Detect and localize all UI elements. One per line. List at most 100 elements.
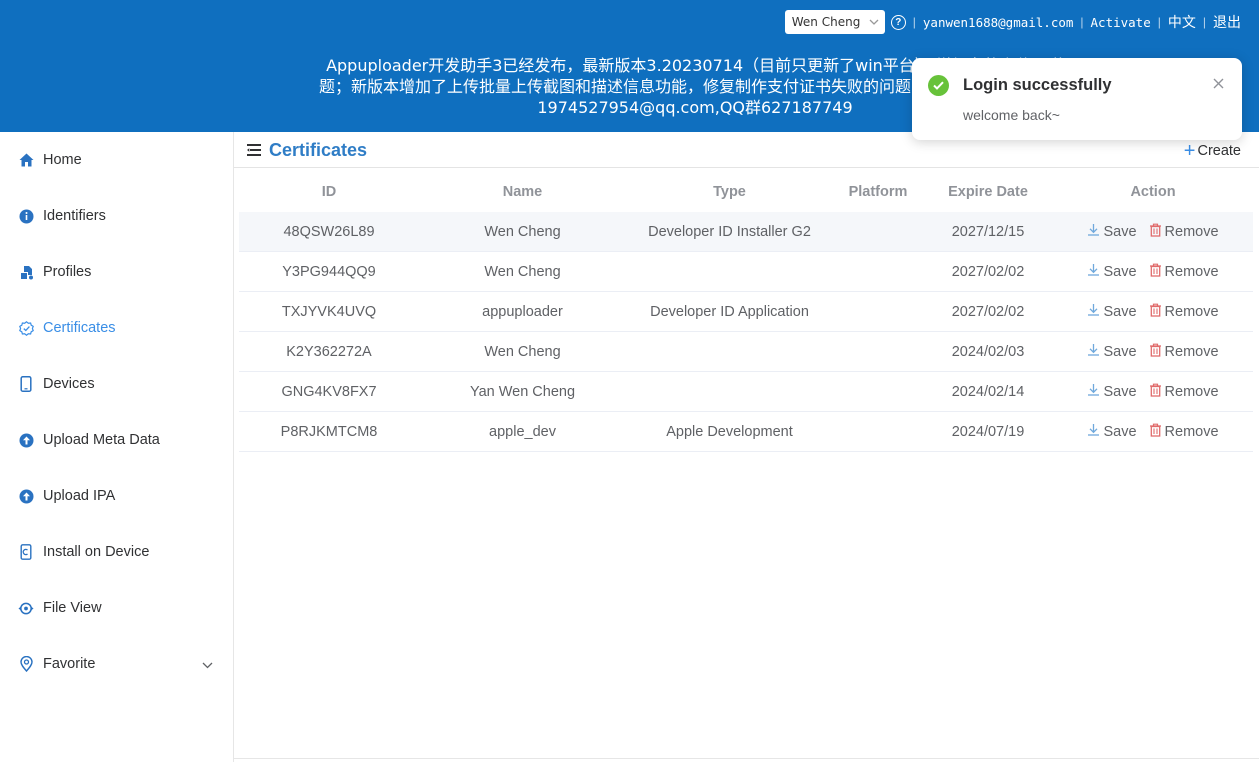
- save-label: Save: [1103, 303, 1137, 320]
- cell-id: P8RJKMTCM8: [280, 423, 378, 440]
- trash-icon: [1149, 303, 1165, 321]
- logout-link[interactable]: 退出: [1213, 12, 1241, 32]
- download-icon: [1087, 223, 1103, 240]
- sidebar-item-devices[interactable]: Devices: [0, 356, 233, 412]
- cell-action: Save Remove: [1053, 343, 1253, 361]
- install-icon: [18, 544, 34, 560]
- cell-name: Yan Wen Cheng: [469, 383, 576, 400]
- certificate-icon: [18, 320, 34, 336]
- save-button[interactable]: Save: [1087, 383, 1137, 400]
- help-icon[interactable]: ?: [890, 14, 906, 30]
- divider: |: [912, 15, 916, 29]
- cell-action: Save Remove: [1053, 423, 1253, 441]
- location-icon: [18, 656, 34, 672]
- save-label: Save: [1103, 383, 1137, 400]
- sidebar-item-favorite[interactable]: Favorite: [0, 636, 233, 692]
- save-button[interactable]: Save: [1087, 303, 1137, 320]
- home-icon: [18, 152, 34, 168]
- sidebar-item-label: Devices: [43, 376, 95, 392]
- cell-action: Save Remove: [1053, 263, 1253, 281]
- remove-label: Remove: [1164, 423, 1219, 440]
- certificates-table: ID Name Type Platform Expire Date Action…: [239, 172, 1253, 452]
- close-icon[interactable]: [1213, 76, 1224, 94]
- remove-button[interactable]: Remove: [1149, 423, 1219, 441]
- trash-icon: [1149, 263, 1165, 281]
- column-header-id: ID: [321, 184, 337, 200]
- save-label: Save: [1103, 263, 1137, 280]
- toast-message: welcome back~: [963, 107, 1060, 123]
- table-body: 48QSW26L89 Wen Cheng Developer ID Installe…: [239, 212, 1253, 452]
- cell-expire-date: 2024/02/14: [951, 383, 1025, 400]
- cell-action: Save Remove: [1053, 223, 1253, 241]
- cell-name: Wen Cheng: [484, 263, 561, 280]
- cell-type: Developer ID Installer G2: [648, 223, 811, 240]
- sidebar-item-upload-ipa[interactable]: Upload IPA: [0, 468, 233, 524]
- cell-id: TXJYVK4UVQ: [281, 303, 377, 320]
- remove-button[interactable]: Remove: [1149, 223, 1219, 241]
- success-check-icon: [928, 75, 949, 96]
- table-row: GNG4KV8FX7 Yan Wen Cheng 2024/02/14 Save Rem…: [239, 372, 1253, 412]
- cell-name: apple_dev: [489, 423, 556, 440]
- activate-link[interactable]: Activate: [1091, 15, 1151, 30]
- team-select[interactable]: Wen Cheng: [784, 10, 885, 34]
- page-title: Certificates: [269, 140, 368, 160]
- download-icon: [1087, 343, 1103, 360]
- cell-expire-date: 2024/07/19: [951, 423, 1025, 440]
- sidebar-item-label: Upload Meta Data: [43, 432, 160, 448]
- divider: |: [1202, 15, 1206, 29]
- sidebar-item-install-on-device[interactable]: Install on Device: [0, 524, 233, 580]
- remove-button[interactable]: Remove: [1149, 263, 1219, 281]
- save-label: Save: [1103, 423, 1137, 440]
- column-header-type: Type: [713, 184, 746, 200]
- remove-label: Remove: [1164, 263, 1219, 280]
- sidebar-item-home[interactable]: Home: [0, 132, 233, 188]
- column-header-platform: Platform: [848, 184, 908, 200]
- save-button[interactable]: Save: [1087, 223, 1137, 240]
- sidebar-item-certificates[interactable]: Certificates: [0, 300, 233, 356]
- sidebar-item-profiles[interactable]: Profiles: [0, 244, 233, 300]
- sidebar-item-label: Profiles: [43, 264, 92, 280]
- cell-name: Wen Cheng: [484, 343, 561, 360]
- table-row: K2Y362272A Wen Cheng 2024/02/03 Save Remove: [239, 332, 1253, 372]
- remove-button[interactable]: Remove: [1149, 303, 1219, 321]
- sidebar-item-label: Certificates: [43, 320, 116, 336]
- remove-button[interactable]: Remove: [1149, 383, 1219, 401]
- phone-icon: [18, 376, 34, 392]
- column-header-action: Action: [1130, 184, 1176, 200]
- create-button[interactable]: + Create: [1184, 141, 1241, 161]
- save-button[interactable]: Save: [1087, 423, 1137, 440]
- create-label: Create: [1197, 143, 1241, 159]
- trash-icon: [1149, 223, 1165, 241]
- cell-action: Save Remove: [1053, 303, 1253, 321]
- save-button[interactable]: Save: [1087, 343, 1137, 360]
- chevron-down-icon[interactable]: [202, 657, 213, 673]
- remove-label: Remove: [1164, 383, 1219, 400]
- remove-label: Remove: [1164, 223, 1219, 240]
- info-icon: [18, 208, 34, 224]
- download-icon: [1087, 303, 1103, 320]
- toast-title: Login successfully: [963, 76, 1112, 94]
- file-view-icon: [18, 600, 34, 616]
- download-icon: [1087, 263, 1103, 280]
- remove-button[interactable]: Remove: [1149, 343, 1219, 361]
- cell-type: Developer ID Application: [650, 303, 809, 320]
- divider: |: [1157, 15, 1161, 29]
- sidebar-item-label: Home: [43, 152, 82, 168]
- table-header: ID Name Type Platform Expire Date Action: [239, 172, 1253, 212]
- account-email[interactable]: yanwen1688@gmail.com: [923, 15, 1074, 30]
- sidebar-item-identifiers[interactable]: Identifiers: [0, 188, 233, 244]
- cell-id: GNG4KV8FX7: [281, 383, 377, 400]
- column-header-expire-date: Expire Date: [948, 184, 1028, 200]
- table-row: 48QSW26L89 Wen Cheng Developer ID Installe…: [239, 212, 1253, 252]
- menu-icon[interactable]: [247, 144, 261, 156]
- save-button[interactable]: Save: [1087, 263, 1137, 280]
- save-label: Save: [1103, 343, 1137, 360]
- sidebar-item-label: File View: [43, 600, 102, 616]
- language-link[interactable]: 中文: [1168, 12, 1196, 32]
- cell-expire-date: 2027/12/15: [951, 223, 1025, 240]
- sidebar-item-file-view[interactable]: File View: [0, 580, 233, 636]
- trash-icon: [1149, 343, 1165, 361]
- chevron-down-icon: [869, 17, 879, 28]
- cell-id: Y3PG944QQ9: [282, 263, 376, 280]
- sidebar-item-upload-meta-data[interactable]: Upload Meta Data: [0, 412, 233, 468]
